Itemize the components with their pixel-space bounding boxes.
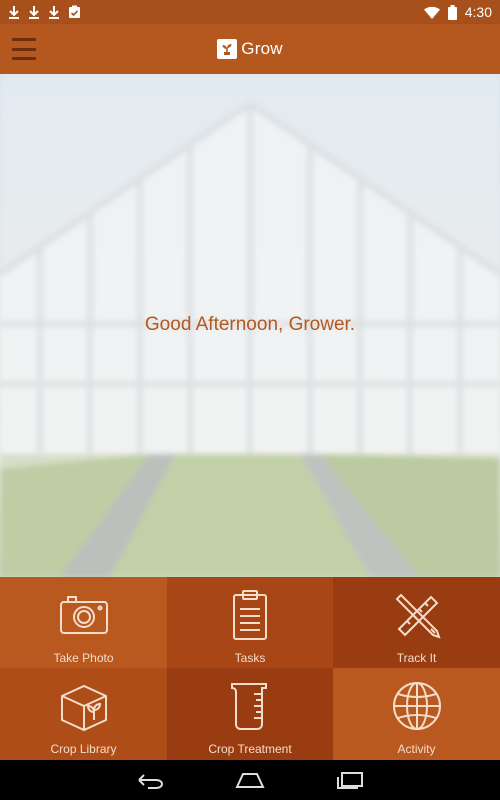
- crop-treatment-label: Crop Treatment: [208, 742, 292, 756]
- system-navigation-bar: [0, 760, 500, 800]
- clipboard-icon: [233, 590, 267, 640]
- tasks-tile[interactable]: Tasks: [167, 577, 333, 668]
- tasks-label: Tasks: [234, 651, 266, 665]
- download-icon: [29, 6, 39, 19]
- greeting-text: Good Afternoon, Grower.: [144, 314, 356, 335]
- menu-line: [12, 47, 36, 51]
- beaker-icon: [231, 683, 267, 730]
- notification-icons: [8, 5, 81, 19]
- activity-tile[interactable]: Activity: [333, 668, 500, 760]
- download-icon: [9, 6, 19, 19]
- crop-treatment-tile[interactable]: Crop Treatment: [167, 668, 333, 760]
- menu-line: [12, 38, 36, 41]
- recents-icon: [337, 772, 363, 789]
- take-photo-tile[interactable]: Take Photo: [0, 577, 167, 668]
- crop-library-label: Crop Library: [50, 742, 117, 756]
- back-button[interactable]: [135, 770, 165, 790]
- camera-icon: [59, 596, 108, 634]
- crop-library-tile[interactable]: Crop Library: [0, 668, 167, 760]
- recents-button[interactable]: [335, 770, 365, 790]
- app-brand: Grow: [217, 39, 283, 59]
- activity-label: Activity: [397, 742, 436, 756]
- home-icon: [235, 773, 265, 788]
- grow-logo-icon: [217, 39, 238, 59]
- download-icon: [49, 6, 59, 19]
- hamburger-menu-button[interactable]: [12, 38, 36, 60]
- pencil-ruler-icon: [395, 593, 441, 639]
- menu-line: [12, 57, 36, 60]
- take-photo-label: Take Photo: [53, 651, 114, 665]
- battery-icon: [447, 4, 457, 20]
- clock-time: 4:30: [464, 4, 492, 20]
- app-title: Grow: [241, 39, 283, 58]
- track-it-label: Track It: [396, 651, 437, 665]
- track-it-tile[interactable]: Track It: [333, 577, 500, 668]
- status-bar: 4:30: [0, 0, 500, 24]
- clipboard-icon: [69, 5, 80, 18]
- globe-icon: [392, 682, 441, 730]
- back-icon: [138, 774, 164, 789]
- wifi-icon: [423, 6, 440, 19]
- plant-box-icon: [60, 684, 107, 732]
- home-button[interactable]: [235, 770, 265, 790]
- main-menu-grid: Take Photo Tasks Track It Crop Library C…: [0, 577, 500, 760]
- app-bar: Grow: [0, 24, 500, 74]
- greenhouse-hero: Good Afternoon, Grower.: [0, 74, 500, 577]
